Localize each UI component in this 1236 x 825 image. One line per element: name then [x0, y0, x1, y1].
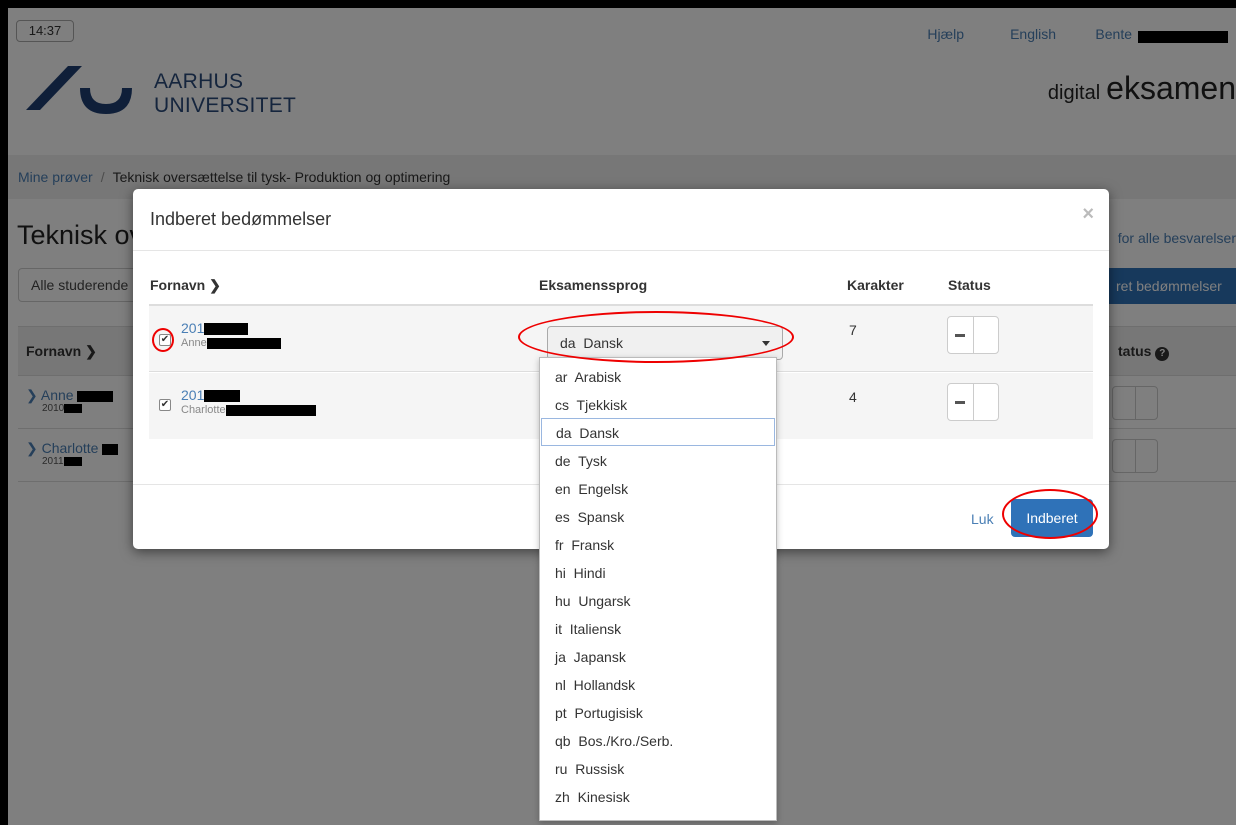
language-option[interactable]: ru Russisk	[541, 755, 775, 783]
modal-title: Indberet bedømmelser	[150, 209, 332, 229]
student-id-link[interactable]: 201	[181, 387, 241, 403]
language-dropdown-list: ar Arabisk cs Tjekkisk da Dansk de Tysk …	[539, 357, 777, 821]
status-toggle[interactable]	[947, 316, 999, 354]
language-option[interactable]: pt Portugisisk	[541, 699, 775, 727]
close-icon[interactable]: ×	[1082, 203, 1094, 226]
student-id-link[interactable]: 201	[181, 320, 249, 336]
redacted-text	[204, 390, 241, 403]
chevron-down-icon: ❯	[209, 277, 221, 293]
language-option[interactable]: hi Hindi	[541, 559, 775, 587]
redacted-text	[225, 404, 316, 416]
grade-value: 7	[849, 322, 857, 338]
language-option[interactable]: de Tysk	[541, 447, 775, 475]
highlight-ellipse-language	[518, 311, 794, 363]
highlight-ellipse-checkbox	[152, 328, 174, 352]
language-option[interactable]: cs Tjekkisk	[541, 391, 775, 419]
highlight-ellipse-submit	[1002, 489, 1098, 539]
student-name: Charlotte	[181, 404, 316, 416]
minus-icon	[955, 401, 965, 404]
language-option[interactable]: en Engelsk	[541, 475, 775, 503]
language-option-selected[interactable]: da Dansk	[541, 418, 775, 446]
student-name: Anne	[181, 337, 281, 349]
modal-header: Indberet bedømmelser ×	[133, 189, 1109, 251]
grade-value: 4	[849, 389, 857, 405]
language-option[interactable]: it Italiensk	[541, 615, 775, 643]
language-option[interactable]: fr Fransk	[541, 531, 775, 559]
column-eksamenssprog: Eksamenssprog	[539, 277, 648, 293]
language-option[interactable]: hu Ungarsk	[541, 587, 775, 615]
screen: 14:37 Hjælp English Bente AARHUS UNIVERS…	[8, 8, 1236, 825]
language-option[interactable]: qb Bos./Kro./Serb.	[541, 727, 775, 755]
language-option[interactable]: es Spansk	[541, 503, 775, 531]
language-option[interactable]: nl Hollandsk	[541, 671, 775, 699]
column-karakter: Karakter	[847, 277, 904, 293]
redacted-text	[206, 337, 281, 349]
language-option[interactable]: zh Kinesisk	[541, 783, 775, 811]
row-checkbox[interactable]: ✔	[159, 399, 171, 411]
minus-icon	[955, 334, 965, 337]
redacted-text	[204, 323, 249, 336]
close-link[interactable]: Luk	[971, 511, 994, 527]
column-status: Status	[948, 277, 991, 293]
language-option[interactable]: ar Arabisk	[541, 363, 775, 391]
language-option[interactable]: ja Japansk	[541, 643, 775, 671]
column-fornavn[interactable]: Fornavn ❯	[150, 277, 221, 294]
status-toggle[interactable]	[947, 383, 999, 421]
